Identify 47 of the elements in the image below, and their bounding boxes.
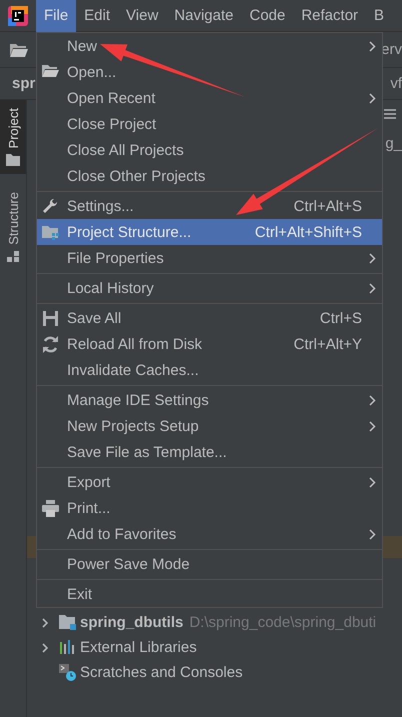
- reload-icon: [42, 336, 59, 352]
- menu-item[interactable]: Print...: [37, 495, 382, 521]
- scratch-clock-icon: [59, 664, 76, 681]
- tree-item-text[interactable]: External Libraries: [80, 639, 197, 656]
- tree-item-text[interactable]: Scratches and Consoles: [80, 664, 243, 681]
- menu-item[interactable]: New: [37, 33, 382, 59]
- side-tab[interactable]: Project: [0, 100, 26, 174]
- folder-icon: [10, 42, 28, 56]
- tree-item-text[interactable]: spring_dbutils: [80, 614, 184, 631]
- menu-item[interactable]: Refactor: [293, 0, 366, 32]
- menu-item[interactable]: Add to Favorites: [37, 521, 382, 547]
- menu-item[interactable]: File Properties: [37, 245, 382, 271]
- menu-item[interactable]: Close Other Projects: [37, 163, 382, 189]
- menu-item[interactable]: Navigate: [166, 0, 242, 32]
- folder-icon: [42, 224, 59, 240]
- menu-item[interactable]: Local History: [37, 275, 382, 301]
- folder-icon: [6, 154, 20, 166]
- breadcrumb-item[interactable]: spr: [12, 75, 36, 92]
- menu-item[interactable]: Edit: [76, 0, 118, 32]
- menu-item[interactable]: New Projects Setup: [37, 413, 382, 439]
- menu-item[interactable]: Reload All from Disk Ctrl+Alt+Y: [37, 331, 382, 357]
- menu-item[interactable]: B: [366, 0, 392, 32]
- menu-item[interactable]: Settings... Ctrl+Alt+S: [37, 193, 382, 219]
- menu-item[interactable]: Open...: [37, 59, 382, 85]
- tree-item-text: g_: [385, 134, 402, 152]
- menu-item[interactable]: Close All Projects: [37, 137, 382, 163]
- menu-item[interactable]: View: [118, 0, 166, 32]
- menu-item[interactable]: Project Structure... Ctrl+Alt+Shift+S: [37, 219, 382, 245]
- printer-icon: [42, 500, 59, 516]
- library-icon: [59, 639, 76, 656]
- module-folder-icon: [59, 614, 76, 631]
- menu-item[interactable]: Close Project: [37, 111, 382, 137]
- menu-item[interactable]: Save File as Template...: [37, 439, 382, 465]
- wrench-icon: [42, 198, 59, 214]
- tab-label: vf: [390, 75, 402, 92]
- menu-item[interactable]: Power Save Mode: [37, 551, 382, 577]
- menu-item[interactable]: Export: [37, 469, 382, 495]
- menu-item[interactable]: Manage IDE Settings: [37, 387, 382, 413]
- menu-item[interactable]: Invalidate Caches...: [37, 357, 382, 383]
- menu-item[interactable]: Code: [241, 0, 294, 32]
- menu-item[interactable]: Open Recent: [37, 85, 382, 111]
- menu-item[interactable]: Exit: [37, 581, 382, 607]
- menu-item[interactable]: Save All Ctrl+S: [37, 305, 382, 331]
- app-logo-icon: [8, 6, 28, 26]
- path-text: D:\spring_code\spring_dbuti: [189, 614, 376, 631]
- structure-icon: [7, 251, 19, 264]
- menu-item[interactable]: File: [36, 0, 76, 32]
